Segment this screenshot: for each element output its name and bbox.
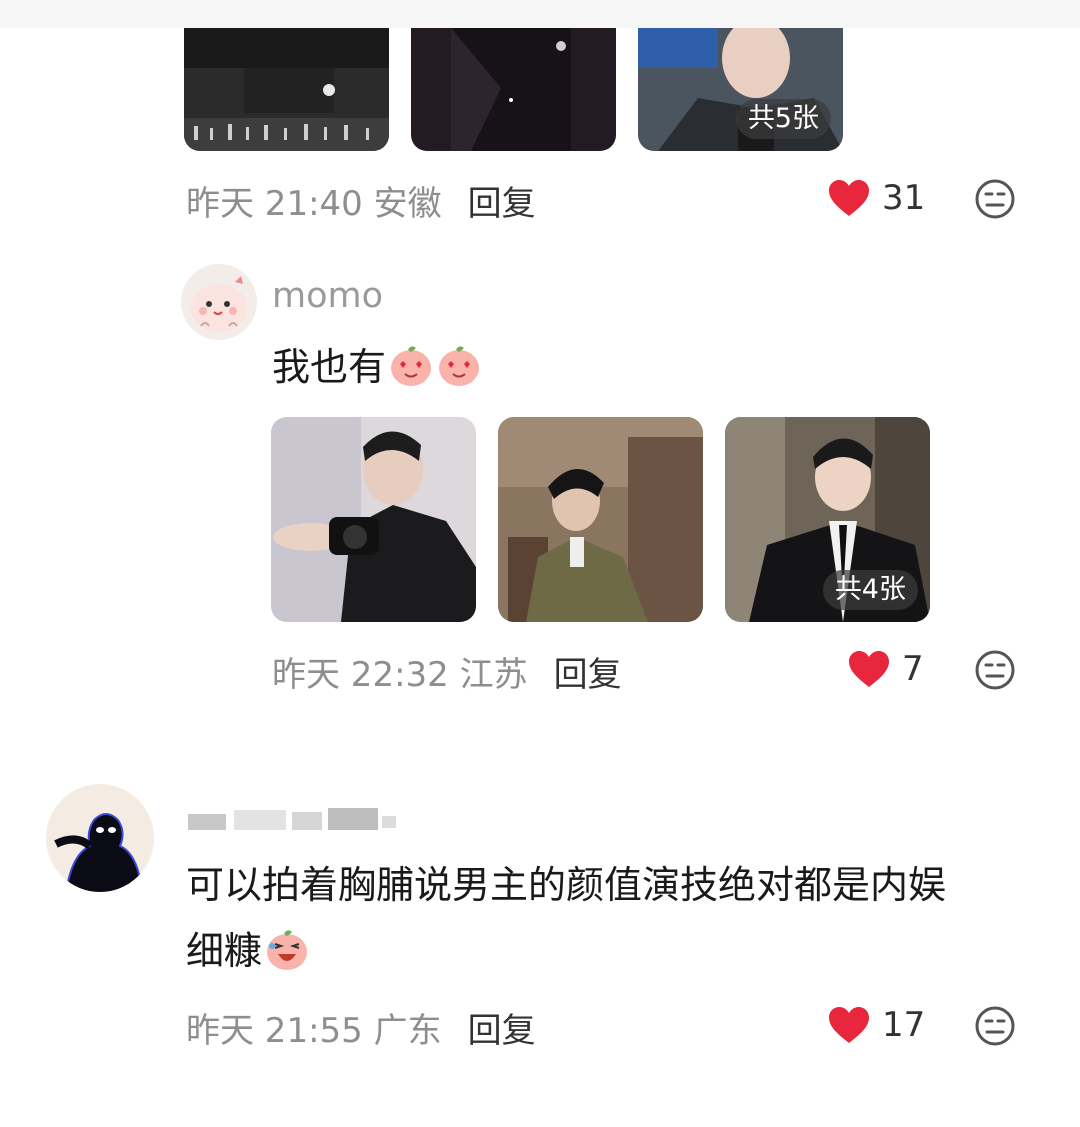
comment-image[interactable] xyxy=(271,417,476,622)
heart-icon xyxy=(829,1007,869,1043)
comment-image[interactable]: 共5张 xyxy=(638,28,843,151)
like-button[interactable]: 17 xyxy=(828,1005,925,1045)
heart-eyes-peach-emoji xyxy=(436,342,482,388)
heart-eyes-peach-emoji xyxy=(388,342,434,388)
comment-text-content: 我也有 xyxy=(272,345,387,389)
image-count-badge: 共5张 xyxy=(735,99,831,139)
comment-meta: 昨天 21:40 安徽 回复 xyxy=(186,176,536,225)
reply-button[interactable]: 回复 xyxy=(468,176,536,225)
comment-meta: 昨天 21:55 广东 回复 xyxy=(186,1003,536,1052)
comment-time-location: 昨天 21:40 安徽 xyxy=(186,184,442,224)
comment-text-line: 可以拍着胸脯说男主的颜值演技绝对都是内娱 xyxy=(186,863,947,907)
redacted-username xyxy=(188,808,396,830)
comment-text: 可以拍着胸脯说男主的颜值演技绝对都是内娱 细糠 xyxy=(186,852,946,984)
comment-image[interactable]: 共4张 xyxy=(725,417,930,622)
comment-meta: 昨天 22:32 江苏 回复 xyxy=(272,647,622,696)
comment-image[interactable] xyxy=(498,417,703,622)
comment-image-row: 共4张 xyxy=(271,417,930,622)
neutral-face-icon xyxy=(975,179,1015,219)
heart-icon xyxy=(849,651,889,687)
image-count-badge: 共4张 xyxy=(822,570,918,610)
comment-image[interactable] xyxy=(184,28,389,151)
comment-thread: 共5张 昨天 21:40 安徽 回复 31 momo 我也有 共4张 昨天 22… xyxy=(0,0,1080,1127)
neutral-face-icon xyxy=(975,1006,1015,1046)
like-button[interactable]: 31 xyxy=(828,178,925,218)
comment-image[interactable] xyxy=(411,28,616,151)
comment-time-location: 昨天 21:55 广东 xyxy=(186,1011,442,1051)
comment-text-content: 细糠 xyxy=(186,929,263,973)
username[interactable]: momo xyxy=(272,276,383,316)
emoji-reaction-button[interactable] xyxy=(974,178,1016,220)
like-count: 31 xyxy=(882,178,926,218)
emoji-reaction-button[interactable] xyxy=(974,649,1016,691)
like-button[interactable]: 7 xyxy=(848,649,924,689)
emoji-reaction-button[interactable] xyxy=(974,1005,1016,1047)
neutral-face-icon xyxy=(975,650,1015,690)
like-count: 17 xyxy=(882,1005,926,1045)
reply-button[interactable]: 回复 xyxy=(554,647,622,696)
heart-icon xyxy=(829,180,869,216)
comment-time-location: 昨天 22:32 江苏 xyxy=(272,655,528,695)
comment-text-line-2: 细糠 xyxy=(186,918,946,984)
avatar[interactable] xyxy=(46,784,154,892)
top-bar xyxy=(0,0,1080,28)
like-count: 7 xyxy=(902,649,924,689)
laughing-peach-emoji xyxy=(264,926,310,972)
comment-image-row: 共5张 xyxy=(184,28,843,151)
comment-text: 我也有 xyxy=(272,334,482,400)
reply-button[interactable]: 回复 xyxy=(468,1003,536,1052)
avatar[interactable] xyxy=(181,264,257,340)
